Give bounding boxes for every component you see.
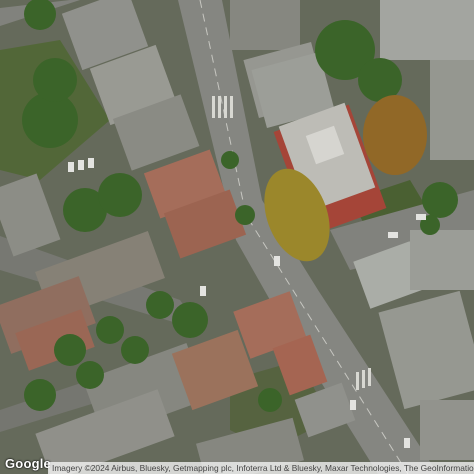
imagery-attribution[interactable]: Imagery ©2024 Airbus, Bluesky, Getmappin…	[48, 462, 474, 474]
satellite-map[interactable]: Google Imagery ©2024 Airbus, Bluesky, Ge…	[0, 0, 474, 474]
google-logo: Google	[5, 456, 51, 471]
satellite-imagery	[0, 0, 474, 474]
